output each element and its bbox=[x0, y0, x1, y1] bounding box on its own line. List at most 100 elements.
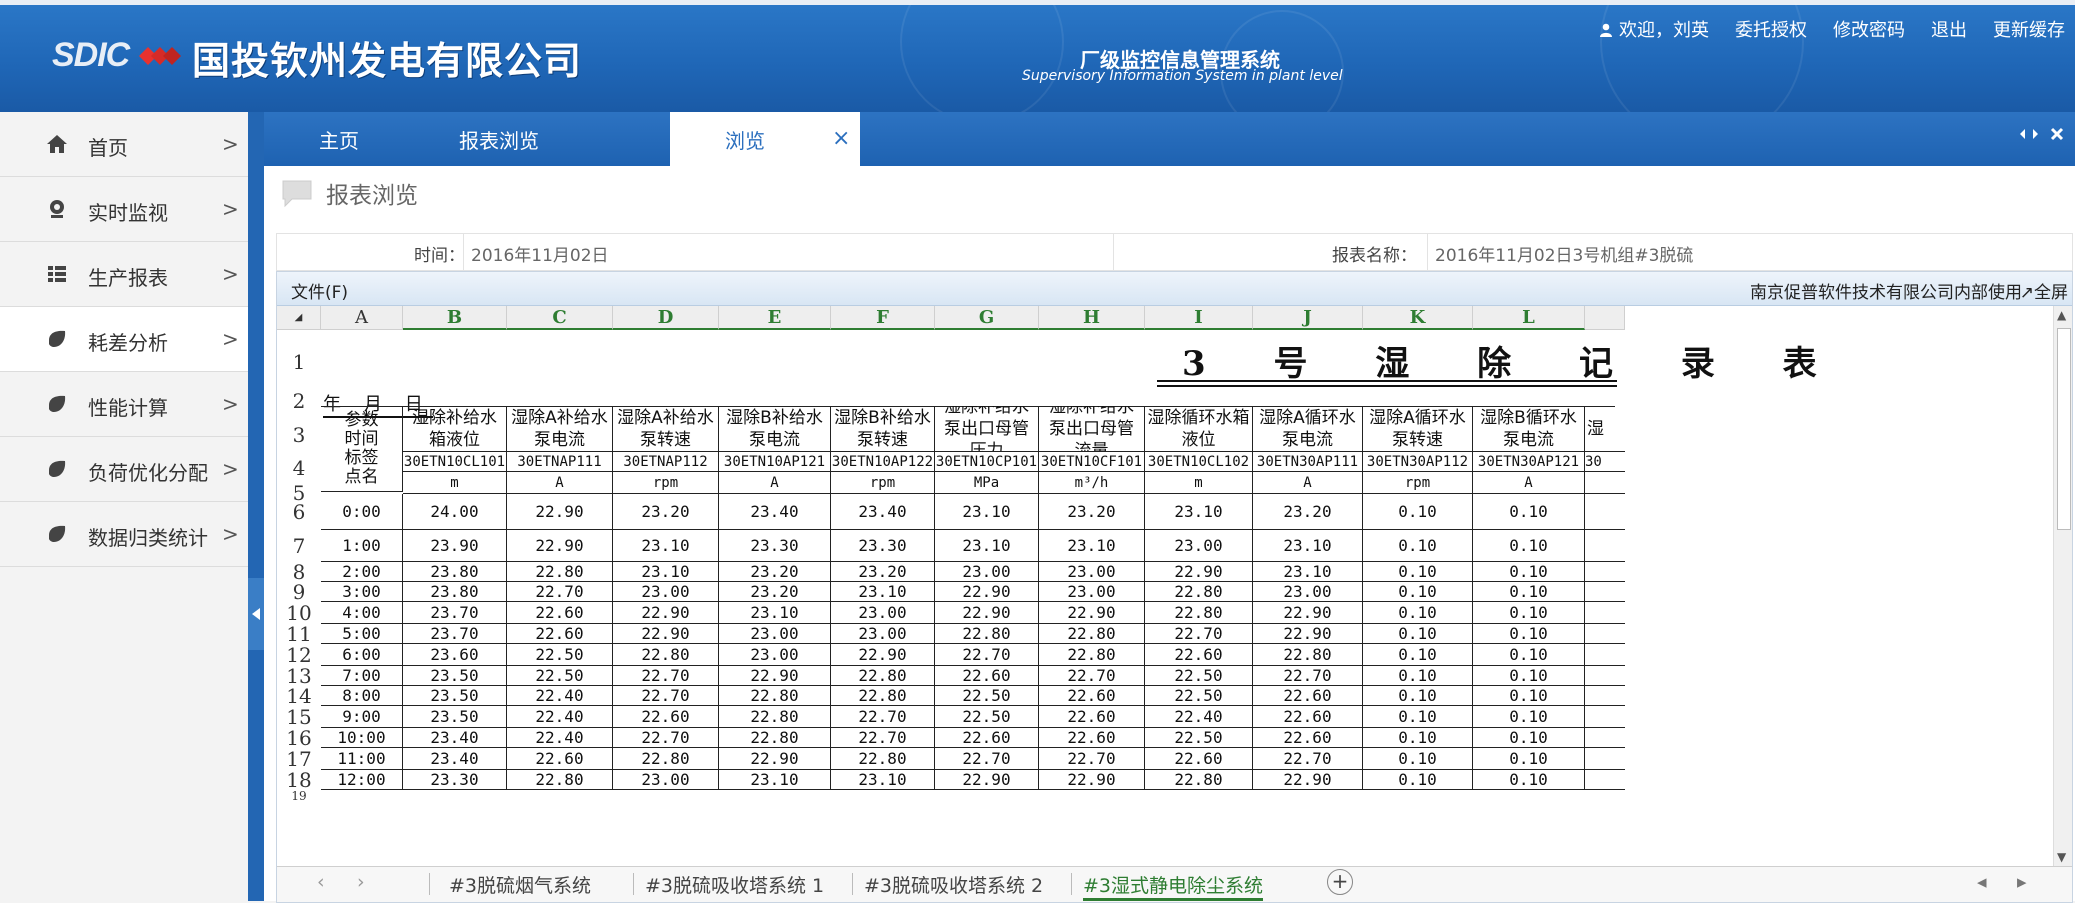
column-title-cell[interactable]: 湿除B循环水泵电流 bbox=[1473, 406, 1585, 452]
data-cell[interactable]: 23.10 bbox=[613, 530, 719, 562]
data-cell[interactable]: 22.80 bbox=[719, 728, 831, 748]
data-cell[interactable]: 0.10 bbox=[1473, 666, 1585, 686]
data-cell[interactable]: 23.00 bbox=[1039, 562, 1145, 582]
tag-code-cell[interactable]: 30ETN30AP121 bbox=[1473, 452, 1585, 472]
data-cell[interactable]: 22.40 bbox=[1145, 706, 1253, 728]
tag-code-cell[interactable]: 30ETN30AP112 bbox=[1363, 452, 1473, 472]
data-cell[interactable]: 22.60 bbox=[1039, 686, 1145, 706]
column-title-cell[interactable]: 湿除循环水箱液位 bbox=[1145, 406, 1253, 452]
data-cell[interactable]: 23.80 bbox=[403, 562, 507, 582]
data-cell[interactable]: 22.80 bbox=[935, 624, 1039, 644]
data-cell[interactable] bbox=[1585, 728, 1625, 748]
row-header[interactable]: 16 bbox=[277, 728, 321, 748]
row-header[interactable]: 14 bbox=[277, 686, 321, 706]
column-header[interactable]: L bbox=[1473, 306, 1585, 330]
data-cell[interactable]: 23.10 bbox=[1145, 494, 1253, 530]
data-cell[interactable] bbox=[1585, 770, 1625, 790]
data-cell[interactable]: 22.90 bbox=[507, 530, 613, 562]
data-cell[interactable]: 23.10 bbox=[1253, 530, 1363, 562]
row-header[interactable]: 18 bbox=[277, 770, 321, 790]
data-cell[interactable]: 22.90 bbox=[1253, 602, 1363, 624]
data-cell[interactable]: 0.10 bbox=[1363, 602, 1473, 624]
data-cell[interactable]: 0.10 bbox=[1363, 666, 1473, 686]
data-cell[interactable] bbox=[1585, 582, 1625, 602]
data-cell[interactable]: 23.00 bbox=[719, 644, 831, 666]
unit-cell[interactable]: rpm bbox=[1363, 472, 1473, 494]
data-cell[interactable]: 22.80 bbox=[1145, 770, 1253, 790]
data-cell[interactable]: 22.80 bbox=[1039, 644, 1145, 666]
data-cell[interactable]: 22.60 bbox=[507, 748, 613, 770]
tab-scroll-arrows-icon[interactable] bbox=[2017, 126, 2041, 142]
data-cell[interactable]: 0.10 bbox=[1473, 644, 1585, 666]
data-cell[interactable]: 22.70 bbox=[613, 728, 719, 748]
logout-link[interactable]: 退出 bbox=[1931, 16, 1967, 42]
column-header[interactable]: B bbox=[403, 306, 507, 330]
unit-cell[interactable]: A bbox=[507, 472, 613, 494]
data-cell[interactable]: 22.60 bbox=[1039, 706, 1145, 728]
time-cell[interactable]: 9:00 bbox=[321, 706, 403, 728]
data-cell[interactable]: 23.70 bbox=[403, 624, 507, 644]
data-cell[interactable] bbox=[1585, 562, 1625, 582]
data-cell[interactable]: 23.00 bbox=[1145, 530, 1253, 562]
column-header[interactable]: J bbox=[1253, 306, 1363, 330]
data-cell[interactable]: 22.70 bbox=[935, 644, 1039, 666]
data-cell[interactable]: 23.20 bbox=[613, 494, 719, 530]
time-cell[interactable]: 10:00 bbox=[321, 728, 403, 748]
column-title-cell[interactable]: 湿除B补给水泵转速 bbox=[831, 406, 935, 452]
file-menu[interactable]: 文件(F) bbox=[291, 278, 348, 303]
data-cell[interactable]: 23.20 bbox=[1039, 494, 1145, 530]
row-header[interactable]: 11 bbox=[277, 624, 321, 644]
delegate-link[interactable]: 委托授权 bbox=[1735, 16, 1807, 42]
tag-code-cell[interactable]: 30ETN10AP122 bbox=[831, 452, 935, 472]
data-cell[interactable]: 0.10 bbox=[1473, 748, 1585, 770]
data-cell[interactable]: 0.10 bbox=[1363, 706, 1473, 728]
time-cell[interactable]: 2:00 bbox=[321, 562, 403, 582]
data-cell[interactable]: 22.80 bbox=[613, 644, 719, 666]
row-header[interactable]: 7 bbox=[277, 530, 321, 562]
data-cell[interactable]: 22.40 bbox=[507, 686, 613, 706]
data-cell[interactable] bbox=[1585, 644, 1625, 666]
data-cell[interactable]: 23.80 bbox=[403, 582, 507, 602]
tag-code-cell[interactable]: 30ETN10CF101 bbox=[1039, 452, 1145, 472]
data-cell[interactable]: 23.00 bbox=[719, 624, 831, 644]
data-cell[interactable]: 23.00 bbox=[1253, 582, 1363, 602]
data-cell[interactable] bbox=[1585, 494, 1625, 530]
data-cell[interactable]: 0.10 bbox=[1473, 728, 1585, 748]
row-header[interactable]: 4 bbox=[277, 456, 321, 480]
data-cell[interactable] bbox=[1585, 666, 1625, 686]
tag-code-cell[interactable]: 30ETNAP112 bbox=[613, 452, 719, 472]
data-cell[interactable]: 0.10 bbox=[1363, 562, 1473, 582]
data-cell[interactable]: 22.40 bbox=[507, 706, 613, 728]
data-cell[interactable]: 23.60 bbox=[403, 644, 507, 666]
sheet-tab[interactable]: #3脱硫吸收塔系统 1 bbox=[645, 871, 824, 898]
sidebar-item-consumption-analysis[interactable]: 耗差分析 > bbox=[0, 307, 248, 372]
unit-cell[interactable]: m bbox=[403, 472, 507, 494]
unit-cell[interactable]: m bbox=[1145, 472, 1253, 494]
column-header[interactable]: D bbox=[613, 306, 719, 330]
data-cell[interactable]: 22.80 bbox=[831, 686, 935, 706]
row-header[interactable]: 9 bbox=[277, 582, 321, 602]
row-header[interactable]: 12 bbox=[277, 644, 321, 666]
data-cell[interactable]: 23.10 bbox=[831, 770, 935, 790]
data-cell[interactable] bbox=[1585, 624, 1625, 644]
sidebar-item-performance-calc[interactable]: 性能计算 > bbox=[0, 372, 248, 437]
time-cell[interactable]: 6:00 bbox=[321, 644, 403, 666]
data-cell[interactable]: 22.80 bbox=[1145, 582, 1253, 602]
time-cell[interactable]: 12:00 bbox=[321, 770, 403, 790]
sheet-tab-active[interactable]: #3湿式静电除尘系统 bbox=[1083, 871, 1264, 901]
sidebar-item-data-statistics[interactable]: 数据归类统计 > bbox=[0, 502, 248, 567]
column-header[interactable]: K bbox=[1363, 306, 1473, 330]
column-header[interactable]: E bbox=[719, 306, 831, 330]
sheet-tab[interactable]: #3脱硫吸收塔系统 2 bbox=[864, 871, 1043, 898]
data-cell[interactable]: 22.90 bbox=[1039, 602, 1145, 624]
data-cell[interactable]: 22.80 bbox=[831, 666, 935, 686]
data-cell[interactable]: 22.50 bbox=[507, 644, 613, 666]
data-cell[interactable]: 22.90 bbox=[935, 602, 1039, 624]
data-cell[interactable]: 22.80 bbox=[1253, 644, 1363, 666]
sidebar-item-production-report[interactable]: 生产报表 > bbox=[0, 242, 248, 307]
data-cell[interactable]: 22.90 bbox=[1145, 562, 1253, 582]
data-cell[interactable]: 0.10 bbox=[1363, 770, 1473, 790]
data-cell[interactable]: 23.10 bbox=[1039, 530, 1145, 562]
data-cell[interactable]: 0.10 bbox=[1363, 582, 1473, 602]
sheet-nav-prev-icon[interactable]: ‹ bbox=[317, 871, 325, 893]
